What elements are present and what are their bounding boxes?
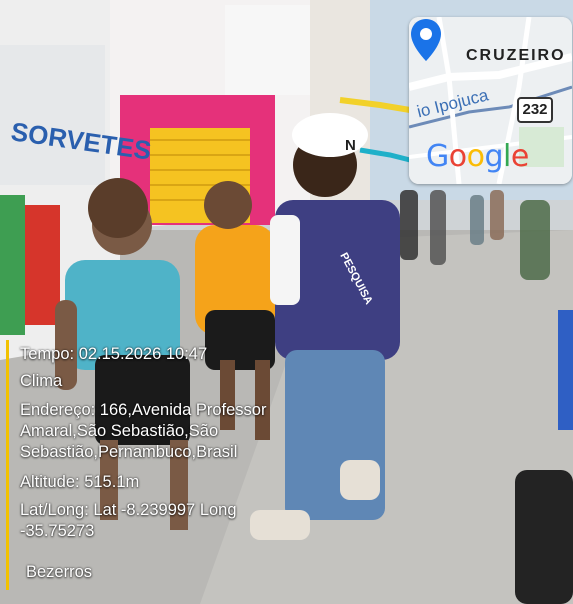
stamp-altitude: Altitude: 515.1m — [20, 473, 140, 491]
google-logo-letter: g — [484, 139, 504, 174]
google-logo-letter: G — [426, 139, 449, 174]
google-logo-letter: l — [503, 139, 511, 174]
route-shield: 232 — [517, 97, 553, 123]
stamp-address-line-3: Sebastião,Pernambuco,Brasil — [20, 443, 238, 461]
cap-text: N — [345, 137, 356, 154]
google-logo: Google — [426, 139, 529, 174]
google-logo-letter: e — [510, 139, 529, 174]
stamp-tag: Bezerros — [26, 563, 93, 581]
map-area-label: CRUZEIRO — [466, 47, 566, 64]
stamp-datetime: Tempo: 02.15.2026 10:47 — [20, 345, 208, 363]
stamp-address-line-2: Amaral,São Sebastião,São — [20, 422, 219, 440]
stamp-weather: Clima — [20, 372, 63, 390]
google-logo-letter: o — [466, 139, 485, 174]
google-logo-letter: o — [448, 139, 467, 174]
stamp-latlong-line-1: Lat/Long: Lat -8.239997 Long — [20, 501, 237, 519]
stamp-address-line-1: Endereço: 166,Avenida Professor — [20, 401, 267, 419]
location-pin-icon — [411, 19, 441, 61]
stamp-latlong-line-2: -35.75273 — [20, 522, 95, 540]
location-map-thumbnail[interactable]: CRUZEIRO io Ipojuca 232 Google — [409, 17, 572, 184]
stamp-accent-bar — [6, 340, 9, 590]
